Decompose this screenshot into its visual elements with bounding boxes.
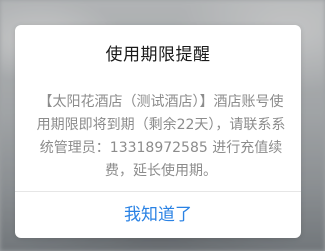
confirm-button[interactable]: 我知道了 — [15, 192, 301, 238]
expiry-reminder-dialog: 使用期限提醒 【太阳花酒店（测试酒店）】酒店账号使用期限即将到期（剩余22天），… — [15, 25, 301, 238]
dialog-title: 使用期限提醒 — [105, 45, 211, 65]
dialog-message: 【太阳花酒店（测试酒店）】酒店账号使用期限即将到期（剩余22天），请联系系统管理… — [36, 94, 286, 179]
